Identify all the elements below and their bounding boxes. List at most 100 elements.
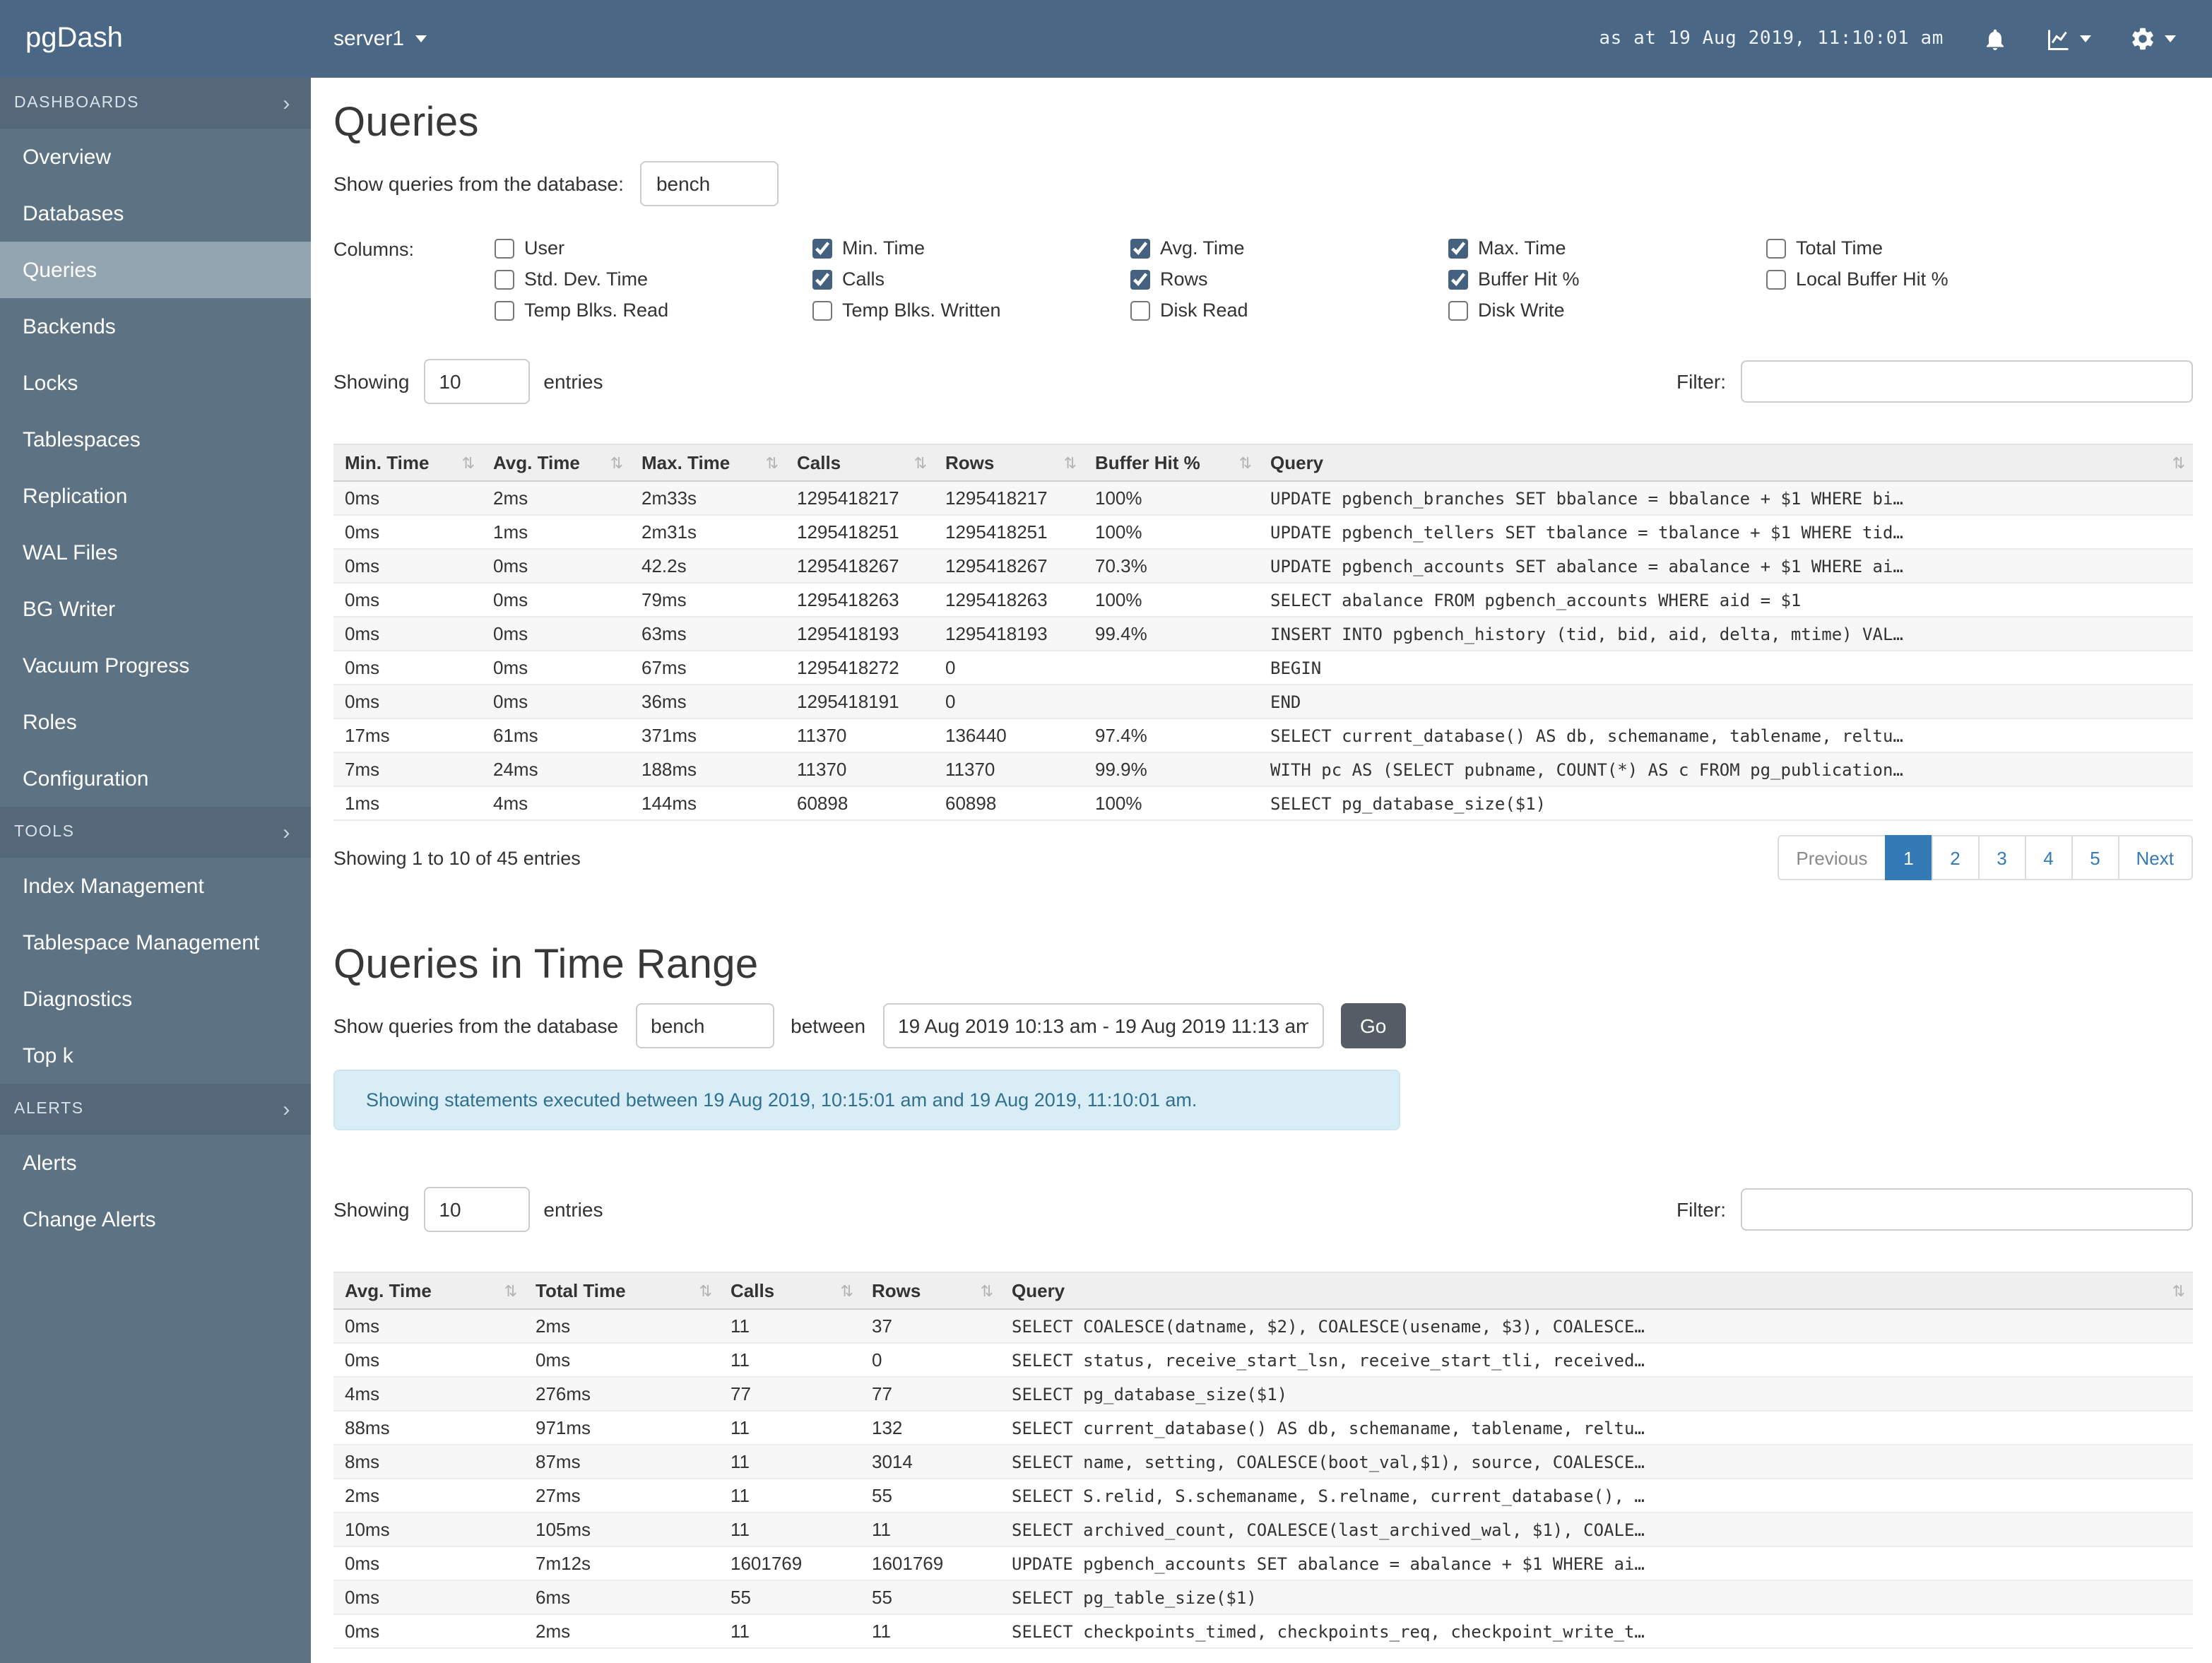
column-toggle-total-time[interactable]: Total Time [1766, 237, 2084, 259]
column-header-rows[interactable]: Rows ⇅ [934, 444, 1084, 482]
checkbox-local-buffer-hit[interactable] [1766, 269, 1786, 289]
sidebar-item-index-management[interactable]: Index Management [0, 858, 311, 914]
sidebar-item-alerts[interactable]: Alerts [0, 1135, 311, 1191]
checkbox-rows[interactable] [1130, 269, 1150, 289]
query-link[interactable]: INSERT INTO pgbench_history (tid, bid, a… [1259, 617, 2192, 651]
column-toggle-user[interactable]: User [495, 237, 812, 259]
sort-icon[interactable]: ⇅ [2172, 454, 2185, 472]
sort-icon[interactable]: ⇅ [914, 454, 927, 472]
query-link[interactable]: SELECT COALESCE(datname, $2), COALESCE(u… [1000, 1309, 2192, 1344]
notifications-button[interactable] [1982, 26, 2007, 52]
column-header-max-time[interactable]: Max. Time ⇅ [630, 444, 786, 482]
database-input[interactable] [635, 1003, 774, 1048]
sort-icon[interactable]: ⇅ [841, 1282, 853, 1300]
column-header-query[interactable]: Query ⇅ [1000, 1272, 2192, 1310]
database-input[interactable] [640, 161, 779, 206]
query-link[interactable]: SELECT checkpoints_timed, checkpoints_re… [1000, 1614, 2192, 1649]
column-header-query[interactable]: Query ⇅ [1259, 444, 2192, 482]
sort-icon[interactable]: ⇅ [699, 1282, 712, 1300]
sort-icon[interactable]: ⇅ [2172, 1282, 2185, 1300]
query-link[interactable]: SELECT pg_database_size($1) [1000, 1377, 2192, 1412]
sort-icon[interactable]: ⇅ [504, 1282, 517, 1300]
sidebar-item-replication[interactable]: Replication [0, 468, 311, 524]
checkbox-calls[interactable] [812, 269, 832, 289]
column-header-rows[interactable]: Rows ⇅ [860, 1272, 1000, 1310]
column-toggle-calls[interactable]: Calls [812, 268, 1130, 290]
checkbox-avg-time[interactable] [1130, 238, 1150, 258]
page-button-2[interactable]: 2 [1931, 835, 1980, 880]
sidebar-item-queries[interactable]: Queries [0, 242, 311, 298]
query-link[interactable]: END [1259, 685, 2192, 719]
checkbox-total-time[interactable] [1766, 238, 1786, 258]
filter-input[interactable] [1740, 360, 2192, 403]
query-link[interactable]: SELECT abalance FROM pgbench_accounts WH… [1259, 583, 2192, 617]
query-link[interactable]: SELECT current_database() AS db, scheman… [1000, 1411, 2192, 1445]
sidebar-item-tablespaces[interactable]: Tablespaces [0, 411, 311, 468]
filter-input[interactable] [1740, 1188, 2192, 1231]
sidebar-section-dashboards[interactable]: DASHBOARDS › [0, 78, 311, 129]
sort-icon[interactable]: ⇅ [610, 454, 623, 472]
checkbox-disk-write[interactable] [1448, 300, 1468, 320]
sidebar-section-tools[interactable]: TOOLS › [0, 807, 311, 858]
sort-icon[interactable]: ⇅ [1064, 454, 1077, 472]
page-button-1[interactable]: 1 [1884, 835, 1933, 880]
column-header-calls[interactable]: Calls ⇅ [719, 1272, 860, 1310]
entries-count-input[interactable] [423, 359, 530, 404]
checkbox-std-dev-time[interactable] [495, 269, 514, 289]
column-toggle-temp-blks-read[interactable]: Temp Blks. Read [495, 300, 812, 321]
sort-icon[interactable]: ⇅ [981, 1282, 993, 1300]
column-header-avg-time[interactable]: Avg. Time ⇅ [333, 1272, 524, 1310]
entries-count-input[interactable] [423, 1187, 530, 1232]
column-toggle-avg-time[interactable]: Avg. Time [1130, 237, 1448, 259]
sort-icon[interactable]: ⇅ [1239, 454, 1252, 472]
page-button-3[interactable]: 3 [1977, 835, 2026, 880]
query-link[interactable]: UPDATE pgbench_accounts SET abalance = a… [1000, 1546, 2192, 1581]
sidebar-item-change-alerts[interactable]: Change Alerts [0, 1191, 311, 1248]
column-header-total-time[interactable]: Total Time ⇅ [524, 1272, 719, 1310]
checkbox-min-time[interactable] [812, 238, 832, 258]
sidebar-item-wal-files[interactable]: WAL Files [0, 524, 311, 581]
checkbox-temp-blks-written[interactable] [812, 300, 832, 320]
page-button-5[interactable]: 5 [2071, 835, 2119, 880]
sidebar-item-roles[interactable]: Roles [0, 694, 311, 750]
checkbox-user[interactable] [495, 238, 514, 258]
checkbox-max-time[interactable] [1448, 238, 1468, 258]
sidebar-item-vacuum-progress[interactable]: Vacuum Progress [0, 637, 311, 694]
query-link[interactable]: SELECT S.relid, S.schemaname, S.relname,… [1000, 1479, 2192, 1513]
sidebar-item-backends[interactable]: Backends [0, 298, 311, 355]
column-toggle-min-time[interactable]: Min. Time [812, 237, 1130, 259]
column-header-min-time[interactable]: Min. Time ⇅ [333, 444, 482, 482]
sidebar-item-tablespace-management[interactable]: Tablespace Management [0, 914, 311, 971]
time-range-input[interactable] [882, 1003, 1324, 1048]
sidebar-item-databases[interactable]: Databases [0, 185, 311, 242]
query-link[interactable]: SELECT current_database() AS db, scheman… [1259, 718, 2192, 753]
column-header-calls[interactable]: Calls ⇅ [786, 444, 934, 482]
sidebar-item-locks[interactable]: Locks [0, 355, 311, 411]
column-toggle-std-dev-time[interactable]: Std. Dev. Time [495, 268, 812, 290]
query-link[interactable]: UPDATE pgbench_tellers SET tbalance = tb… [1259, 515, 2192, 550]
checkbox-buffer-hit[interactable] [1448, 269, 1468, 289]
column-toggle-buffer-hit[interactable]: Buffer Hit % [1448, 268, 1766, 290]
sort-icon[interactable]: ⇅ [766, 454, 779, 472]
column-toggle-disk-read[interactable]: Disk Read [1130, 300, 1448, 321]
query-link[interactable]: SELECT status, receive_start_lsn, receiv… [1000, 1343, 2192, 1378]
page-button-next[interactable]: Next [2117, 835, 2192, 880]
sidebar-item-configuration[interactable]: Configuration [0, 750, 311, 807]
sort-icon[interactable]: ⇅ [462, 454, 475, 472]
page-button-previous[interactable]: Previous [1778, 835, 1886, 880]
sidebar-section-alerts[interactable]: ALERTS › [0, 1084, 311, 1135]
column-header-avg-time[interactable]: Avg. Time ⇅ [482, 444, 630, 482]
checkbox-temp-blks-read[interactable] [495, 300, 514, 320]
query-link[interactable]: WITH pc AS (SELECT pubname, COUNT(*) AS … [1259, 752, 2192, 787]
page-button-4[interactable]: 4 [2024, 835, 2073, 880]
settings-menu-button[interactable] [2129, 25, 2175, 52]
query-link[interactable]: UPDATE pgbench_branches SET bbalance = b… [1259, 481, 2192, 516]
query-link[interactable]: UPDATE pgbench_accounts SET abalance = a… [1259, 549, 2192, 584]
query-link[interactable]: SELECT archived_count, COALESCE(last_arc… [1000, 1513, 2192, 1547]
column-toggle-disk-write[interactable]: Disk Write [1448, 300, 1766, 321]
server-selector[interactable]: server1 [333, 27, 427, 51]
column-toggle-temp-blks-written[interactable]: Temp Blks. Written [812, 300, 1130, 321]
query-link[interactable]: SELECT pg_database_size($1) [1259, 786, 2192, 821]
go-button[interactable]: Go [1340, 1003, 1407, 1048]
column-toggle-local-buffer-hit[interactable]: Local Buffer Hit % [1766, 268, 2084, 290]
